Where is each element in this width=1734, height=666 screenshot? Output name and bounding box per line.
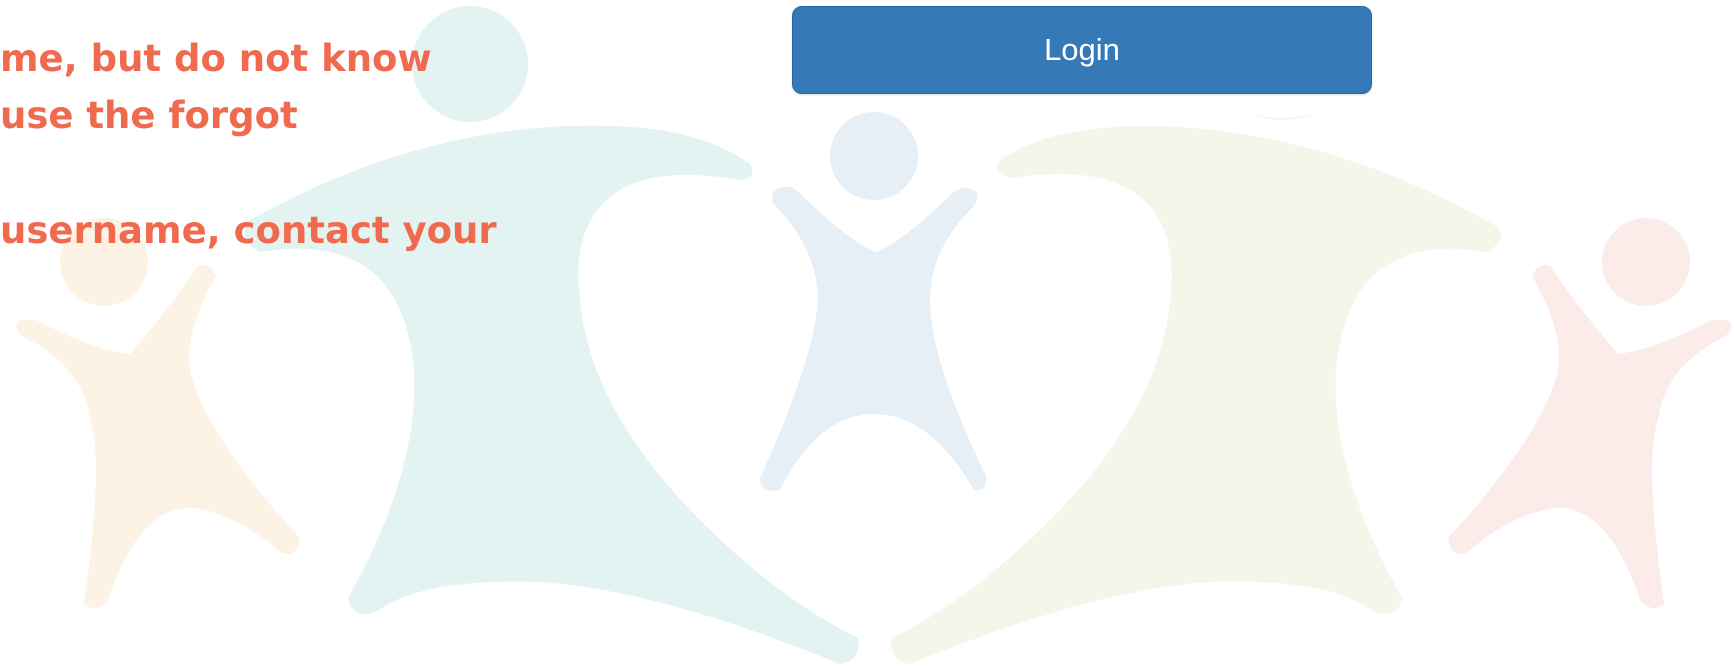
help-line-2: use the forgot (0, 94, 298, 137)
help-line-1: me, but do not know (0, 37, 432, 80)
login-button[interactable]: Login (792, 6, 1372, 94)
help-line-spacer (0, 144, 497, 202)
blue-figure-icon (760, 112, 987, 491)
orange-figure-icon (16, 218, 300, 609)
green-figure-icon (891, 125, 1502, 664)
help-instructions: me, but do not know use the forgot usern… (0, 30, 497, 259)
pink-figure-icon (1448, 218, 1732, 609)
decorative-blob (1246, 112, 1318, 120)
help-line-3: username, contact your (0, 209, 497, 252)
